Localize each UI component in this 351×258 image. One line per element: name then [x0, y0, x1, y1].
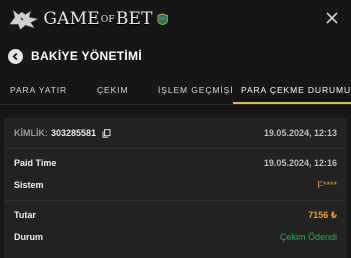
country-flag-icon — [157, 13, 168, 26]
system-value: F**** — [317, 180, 337, 190]
tab-withdrawal-status[interactable]: PARA ÇEKME DURUMU — [241, 76, 351, 104]
amount-row: Tutar 7156 ₺ — [14, 208, 337, 222]
divider — [4, 200, 347, 201]
card-header-row: KİMLİK: 303285581 19.05.2024, 12:13 — [14, 126, 337, 140]
top-bar: GAMEOFBET — [0, 0, 351, 40]
page-title: BAKİYE YÖNETİMİ — [31, 49, 142, 63]
paid-time-label: Paid Time — [14, 158, 57, 168]
amount-label: Tutar — [14, 210, 36, 220]
tab-bar: PARA YATIR ÇEKIM İŞLEM GEÇMİŞİ PARA ÇEKM… — [0, 76, 351, 105]
page-header: BAKİYE YÖNETİMİ — [0, 44, 351, 68]
chevron-left-icon — [12, 52, 18, 60]
wolf-emblem-icon — [9, 9, 39, 30]
paid-time-value: 19.05.2024, 12:16 — [263, 158, 337, 168]
created-date: 19.05.2024, 12:13 — [263, 128, 337, 138]
back-button[interactable] — [8, 48, 23, 64]
site-logo[interactable]: GAMEOFBET — [8, 4, 168, 34]
status-row: Durum Çekim Ödendi — [14, 230, 337, 244]
logo-wordmark: GAMEOFBET — [43, 9, 153, 29]
id-label: KİMLİK: — [14, 128, 48, 138]
tab-deposit[interactable]: PARA YATIR — [10, 76, 67, 104]
close-icon[interactable] — [325, 11, 339, 25]
active-tab-indicator — [233, 102, 351, 104]
system-label: Sistem — [14, 180, 44, 190]
paid-time-row: Paid Time 19.05.2024, 12:16 — [14, 156, 337, 170]
divider — [4, 148, 347, 149]
status-label: Durum — [14, 232, 43, 242]
copy-icon[interactable] — [102, 128, 111, 138]
withdrawal-card: KİMLİK: 303285581 19.05.2024, 12:13 Paid… — [4, 118, 347, 258]
system-row: Sistem F**** — [14, 178, 337, 192]
status-badge: Çekim Ödendi — [279, 232, 337, 242]
tab-withdraw[interactable]: ÇEKIM — [97, 76, 128, 104]
tab-transaction-history[interactable]: İŞLEM GEÇMİŞİ — [158, 76, 233, 104]
amount-value: 7156 ₺ — [308, 209, 337, 220]
id-value: 303285581 — [51, 128, 97, 138]
